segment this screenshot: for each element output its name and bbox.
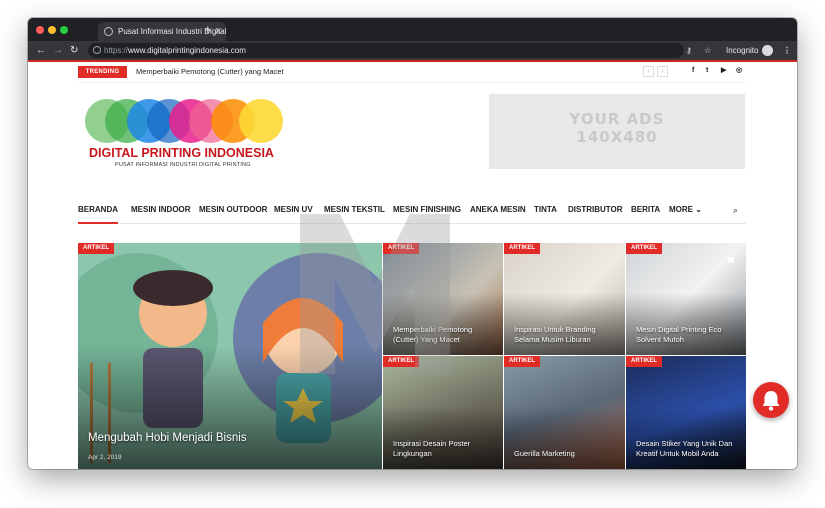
forward-arrow-icon[interactable]: →: [53, 41, 63, 60]
divider: [78, 82, 746, 83]
menu-dots-icon[interactable]: ⋮: [783, 41, 791, 60]
new-tab-button[interactable]: +: [204, 23, 212, 36]
post-title[interactable]: Guerilla Marketing: [514, 449, 619, 459]
post-title[interactable]: Inspirasi Untuk Branding Selama Musim Li…: [514, 325, 619, 345]
trending-label: TRENDING: [78, 66, 127, 78]
reload-icon[interactable]: ↻: [70, 41, 78, 60]
logo-subtitle: PUSAT INFORMASI INDUSTRI DIGITAL PRINTIN…: [115, 162, 251, 168]
trending-link[interactable]: Memperbaiki Pemotong (Cutter) yang Macet: [136, 66, 284, 78]
nav-item-aneka-mesin[interactable]: ANEKA MESIN: [470, 196, 526, 224]
star-icon[interactable]: ☆: [704, 41, 711, 60]
facebook-icon[interactable]: f: [692, 65, 694, 77]
post-tile[interactable]: ARTIKEL Guerilla Marketing: [504, 356, 625, 469]
logo-circles-icon: [85, 99, 283, 143]
maximize-window-button[interactable]: [60, 26, 68, 34]
close-window-button[interactable]: [36, 26, 44, 34]
prev-chevron-icon[interactable]: ‹: [643, 66, 654, 77]
youtube-icon[interactable]: ▶: [721, 65, 726, 77]
image-gradient: [383, 406, 503, 469]
category-badge[interactable]: ARTIKEL: [383, 356, 419, 367]
camera-icon: ◙: [727, 255, 734, 266]
address-bar[interactable]: https://www.digitalprintingindonesia.com: [88, 43, 684, 58]
globe-icon: [104, 27, 113, 36]
incognito-label[interactable]: Incognito: [726, 41, 758, 60]
ad-line-2: 140X480: [576, 128, 658, 146]
ad-line-1: YOUR ADS: [569, 110, 665, 128]
category-badge[interactable]: ARTIKEL: [383, 243, 419, 254]
bell-icon: [762, 391, 780, 411]
url-host: www.digitalprintingindonesia.com: [128, 46, 246, 55]
browser-toolbar: ← → ↻ https://www.digitalprintingindones…: [28, 41, 797, 60]
featured-post-title[interactable]: Mengubah Hobi Menjadi Bisnis: [88, 431, 376, 445]
nav-item-berita[interactable]: BERITA: [631, 196, 660, 224]
post-title[interactable]: Memperbaiki Pemotong (Cutter) Yang Macet: [393, 325, 497, 345]
image-gradient: [626, 406, 746, 469]
category-badge[interactable]: ARTIKEL: [626, 356, 662, 367]
tab-strip: Pusat Informasi Industri Digital ✕ +: [28, 18, 797, 41]
notification-bell-button[interactable]: [753, 382, 789, 418]
nav-item-beranda[interactable]: BERANDA: [78, 196, 118, 224]
browser-window: Pusat Informasi Industri Digital ✕ + ← →…: [28, 18, 797, 469]
post-title[interactable]: Desain Stiker Yang Unik Dan Kreatif Untu…: [636, 439, 740, 459]
url-scheme: https://: [104, 46, 129, 55]
ad-banner[interactable]: YOUR ADS 140X480: [489, 94, 745, 169]
nav-item-mesin-outdoor[interactable]: MESIN OUTDOOR: [199, 196, 267, 224]
key-icon[interactable]: ⚷: [686, 41, 692, 60]
minimize-window-button[interactable]: [48, 26, 56, 34]
main-nav: BERANDA MESIN INDOOR MESIN OUTDOOR MESIN…: [78, 196, 746, 224]
globe-icon: [93, 46, 101, 54]
nav-item-mesin-finishing[interactable]: MESIN FINISHING: [393, 196, 461, 224]
post-tile[interactable]: ARTIKEL Inspirasi Desain Poster Lingkung…: [383, 356, 503, 469]
nav-item-distributor[interactable]: DISTRIBUTOR: [568, 196, 623, 224]
featured-post-date: Apr 2, 2019: [88, 454, 122, 461]
search-icon[interactable]: ⌕: [733, 196, 738, 224]
category-badge[interactable]: ARTIKEL: [78, 243, 114, 254]
category-badge[interactable]: ARTIKEL: [626, 243, 662, 254]
nav-item-more[interactable]: MORE ⌄: [669, 196, 702, 224]
post-tile[interactable]: ARTIKEL Inspirasi Untuk Branding Selama …: [504, 243, 625, 355]
instagram-icon[interactable]: ◎: [736, 65, 742, 77]
post-tile[interactable]: ARTIKEL Desain Stiker Yang Unik Dan Krea…: [626, 356, 746, 469]
nav-item-tinta[interactable]: TINTA: [534, 196, 557, 224]
image-gradient: [78, 344, 382, 469]
post-tile[interactable]: ARTIKEL Memperbaiki Pemotong (Cutter) Ya…: [383, 243, 503, 355]
category-badge[interactable]: ARTIKEL: [504, 243, 540, 254]
logo-title: DIGITAL PRINTING INDONESIA: [89, 146, 274, 160]
image-gradient: [504, 406, 625, 469]
nav-more-label: MORE: [669, 205, 693, 214]
post-title[interactable]: Inspirasi Desain Poster Lingkungan: [393, 439, 497, 459]
twitter-icon[interactable]: t: [706, 65, 708, 77]
post-tile[interactable]: ARTIKEL ◙ Mesin Digital Printing Eco Sol…: [626, 243, 746, 355]
post-title[interactable]: Mesin Digital Printing Eco Solvent Mutoh: [636, 325, 740, 345]
web-page: TRENDING Memperbaiki Pemotong (Cutter) y…: [28, 62, 797, 469]
category-badge[interactable]: ARTIKEL: [504, 356, 540, 367]
nav-item-mesin-tekstil[interactable]: MESIN TEKSTIL: [324, 196, 385, 224]
next-chevron-icon[interactable]: ›: [657, 66, 668, 77]
nav-item-mesin-indoor[interactable]: MESIN INDOOR: [131, 196, 191, 224]
close-icon[interactable]: ✕: [214, 22, 222, 41]
incognito-avatar-icon[interactable]: [762, 45, 773, 56]
featured-post[interactable]: ARTIKEL Mengubah Hobi Menjadi Bisnis Apr…: [78, 243, 382, 469]
chevron-down-icon: ⌄: [695, 205, 702, 214]
back-arrow-icon[interactable]: ←: [36, 41, 46, 60]
nav-item-mesin-uv[interactable]: MESIN UV: [274, 196, 313, 224]
site-logo[interactable]: DIGITAL PRINTING INDONESIA PUSAT INFORMA…: [85, 96, 285, 176]
